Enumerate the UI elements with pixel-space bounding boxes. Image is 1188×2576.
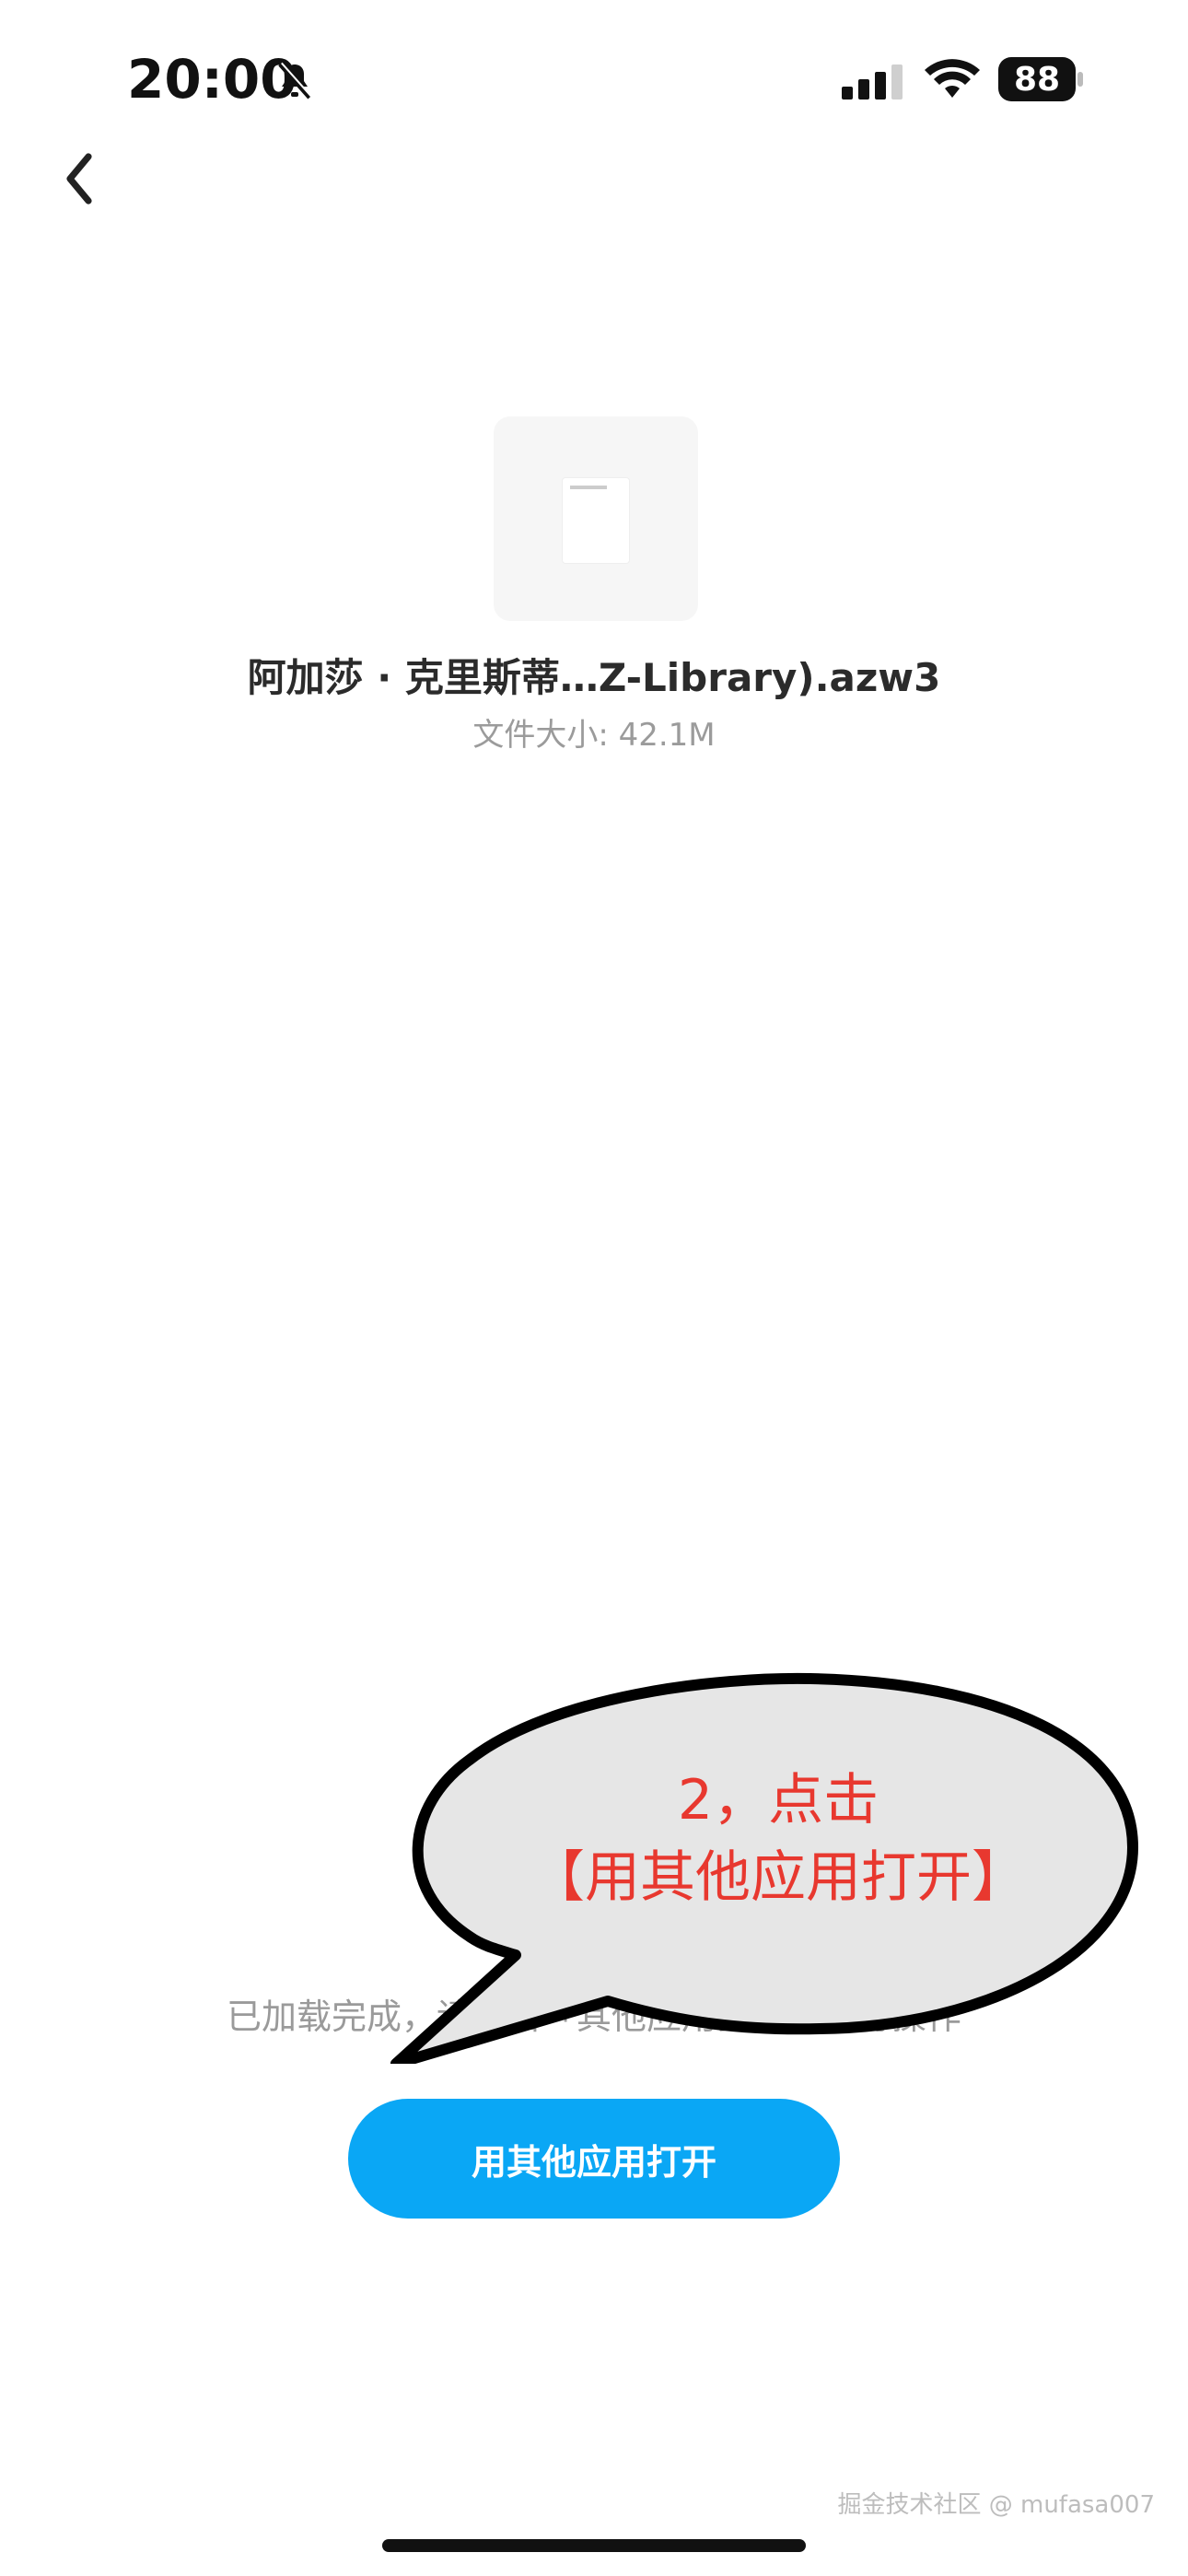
annotation-text: 2，点击 【用其他应用打开】 [516, 1762, 1041, 1916]
file-name: 阿加莎 · 克里斯蒂…Z-Library).azw3 [247, 655, 941, 700]
hint-text: 已加载完成，请点击「其他应用打开」进行操作 [226, 1996, 961, 2037]
file-icon [562, 477, 630, 564]
annotation-line-1: 2，点击 [677, 1768, 879, 1832]
status-time: 20:00 [127, 48, 297, 111]
chevron-left-icon [66, 153, 92, 205]
battery-level: 88 [998, 57, 1076, 101]
file-size: 文件大小: 42.1M [472, 717, 716, 754]
status-bar: 20:00 88 [0, 0, 1188, 157]
annotation-line-2: 【用其他应用打开】 [530, 1845, 1027, 1910]
wifi-icon [925, 59, 980, 98]
open-with-other-app-button[interactable]: 用其他应用打开 [348, 2099, 840, 2219]
battery-cap [1077, 72, 1083, 87]
file-thumbnail [494, 416, 698, 621]
back-button[interactable] [52, 146, 107, 212]
home-indicator[interactable] [382, 2539, 806, 2552]
signal-icon [842, 64, 903, 100]
battery-icon: 88 [998, 57, 1083, 101]
watermark: 掘金技术社区 @ mufasa007 [837, 2491, 1155, 2519]
bell-slash-icon [278, 62, 312, 100]
